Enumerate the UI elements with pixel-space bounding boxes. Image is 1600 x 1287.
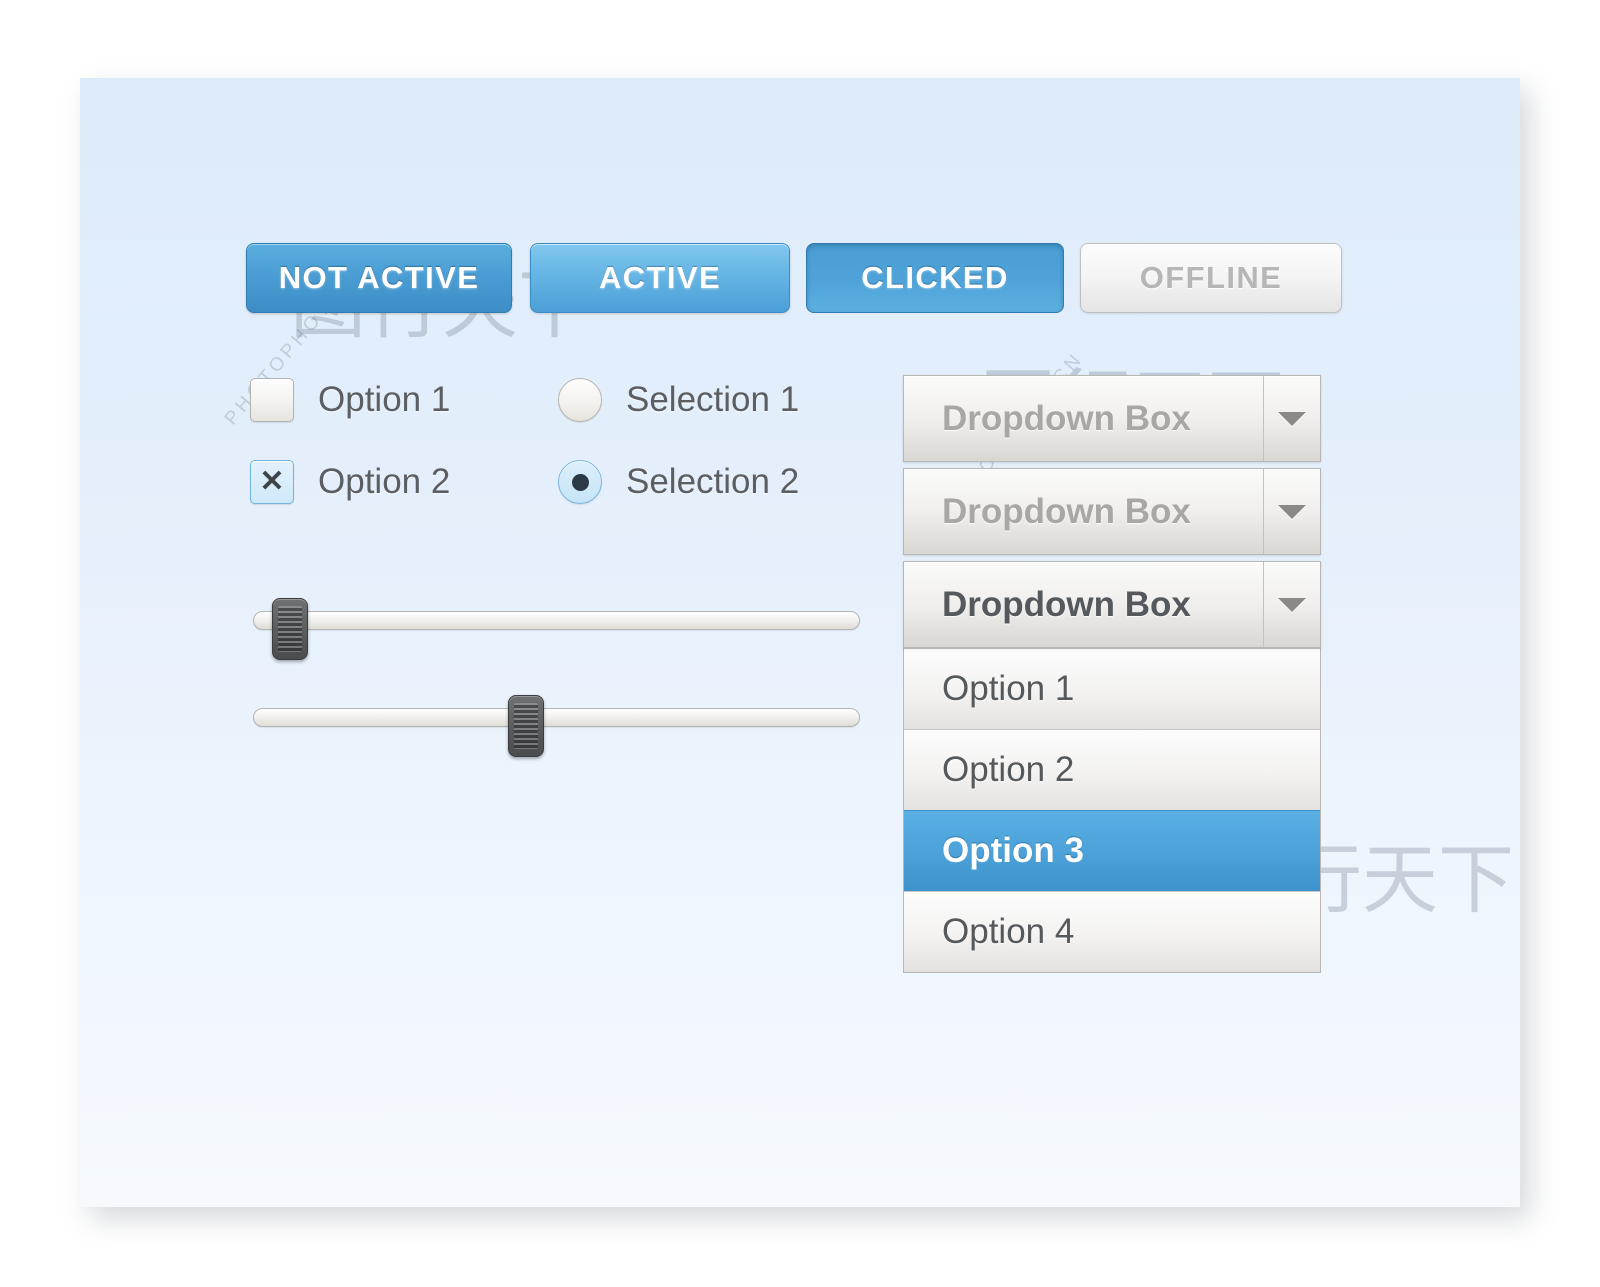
dropdown-1-header[interactable]: Dropdown Box	[903, 375, 1321, 462]
checkbox-row-option-1: Option 1	[250, 378, 450, 422]
radio-row-selection-1: Selection 1	[558, 378, 799, 422]
checkbox-option-2[interactable]: ✕	[250, 460, 294, 504]
dropdown-3-header[interactable]: Dropdown Box	[903, 561, 1321, 648]
dropdown-3-option-2-label: Option 2	[942, 750, 1075, 789]
slider-2-handle[interactable]	[508, 695, 544, 757]
button-not-active-label: NOT ACTIVE	[278, 260, 480, 295]
checkbox-row-option-2: ✕ Option 2	[250, 460, 450, 504]
radio-selection-2-label: Selection 2	[626, 462, 800, 501]
button-active-label: ACTIVE	[598, 260, 722, 295]
button-offline: OFFLINE	[1080, 243, 1342, 313]
slider-1-handle[interactable]	[272, 598, 308, 660]
checkbox-option-1-label: Option 1	[318, 380, 451, 419]
dropdown-2[interactable]: Dropdown Box	[903, 468, 1321, 555]
radio-row-selection-2: Selection 2	[558, 460, 799, 504]
dropdown-2-header[interactable]: Dropdown Box	[903, 468, 1321, 555]
dropdown-3-option-1-label: Option 1	[942, 669, 1075, 708]
radio-selection-2-dot	[571, 473, 589, 491]
dropdown-3[interactable]: Dropdown Box Option 1 Option 2 Option 3 …	[903, 561, 1321, 973]
dropdown-3-label: Dropdown Box	[942, 584, 1191, 624]
chevron-down-icon[interactable]	[1263, 469, 1320, 554]
checkbox-option-2-label: Option 2	[318, 462, 451, 501]
dropdown-3-option-2[interactable]: Option 2	[904, 729, 1320, 810]
slider-2-track[interactable]	[253, 708, 860, 727]
state-button-row: NOT ACTIVE ACTIVE CLICKED OFFLINE	[246, 243, 1342, 313]
dropdown-3-option-4[interactable]: Option 4	[904, 891, 1320, 972]
dropdown-1-label: Dropdown Box	[942, 398, 1191, 438]
ui-showcase-card: 图行天下 PHOTOPHOTO.CN 图行天下 PHOTOPHOTO.CN 图行…	[80, 78, 1520, 1207]
checkbox-option-2-mark: ✕	[259, 465, 285, 498]
button-offline-label: OFFLINE	[1139, 260, 1283, 295]
dropdown-3-option-3[interactable]: Option 3	[904, 810, 1320, 891]
chevron-down-icon[interactable]	[1263, 562, 1320, 647]
radio-selection-2[interactable]	[558, 460, 602, 504]
button-active[interactable]: ACTIVE	[530, 243, 790, 313]
chevron-down-icon[interactable]	[1263, 376, 1320, 461]
slider-1-track[interactable]	[253, 611, 860, 630]
button-clicked-label: CLICKED	[861, 260, 1009, 295]
dropdown-3-option-list: Option 1 Option 2 Option 3 Option 4	[903, 648, 1321, 973]
dropdown-3-option-4-label: Option 4	[942, 912, 1075, 951]
slider-1[interactable]	[253, 598, 860, 660]
radio-selection-1[interactable]	[558, 378, 602, 422]
slider-2[interactable]	[253, 695, 860, 757]
dropdown-3-option-1[interactable]: Option 1	[904, 648, 1320, 729]
dropdown-1[interactable]: Dropdown Box	[903, 375, 1321, 462]
checkbox-option-1[interactable]	[250, 378, 294, 422]
button-not-active[interactable]: NOT ACTIVE	[246, 243, 512, 313]
radio-selection-1-label: Selection 1	[626, 380, 800, 419]
dropdown-2-label: Dropdown Box	[942, 491, 1191, 531]
button-clicked[interactable]: CLICKED	[806, 243, 1064, 313]
dropdown-3-option-3-label: Option 3	[942, 831, 1084, 870]
